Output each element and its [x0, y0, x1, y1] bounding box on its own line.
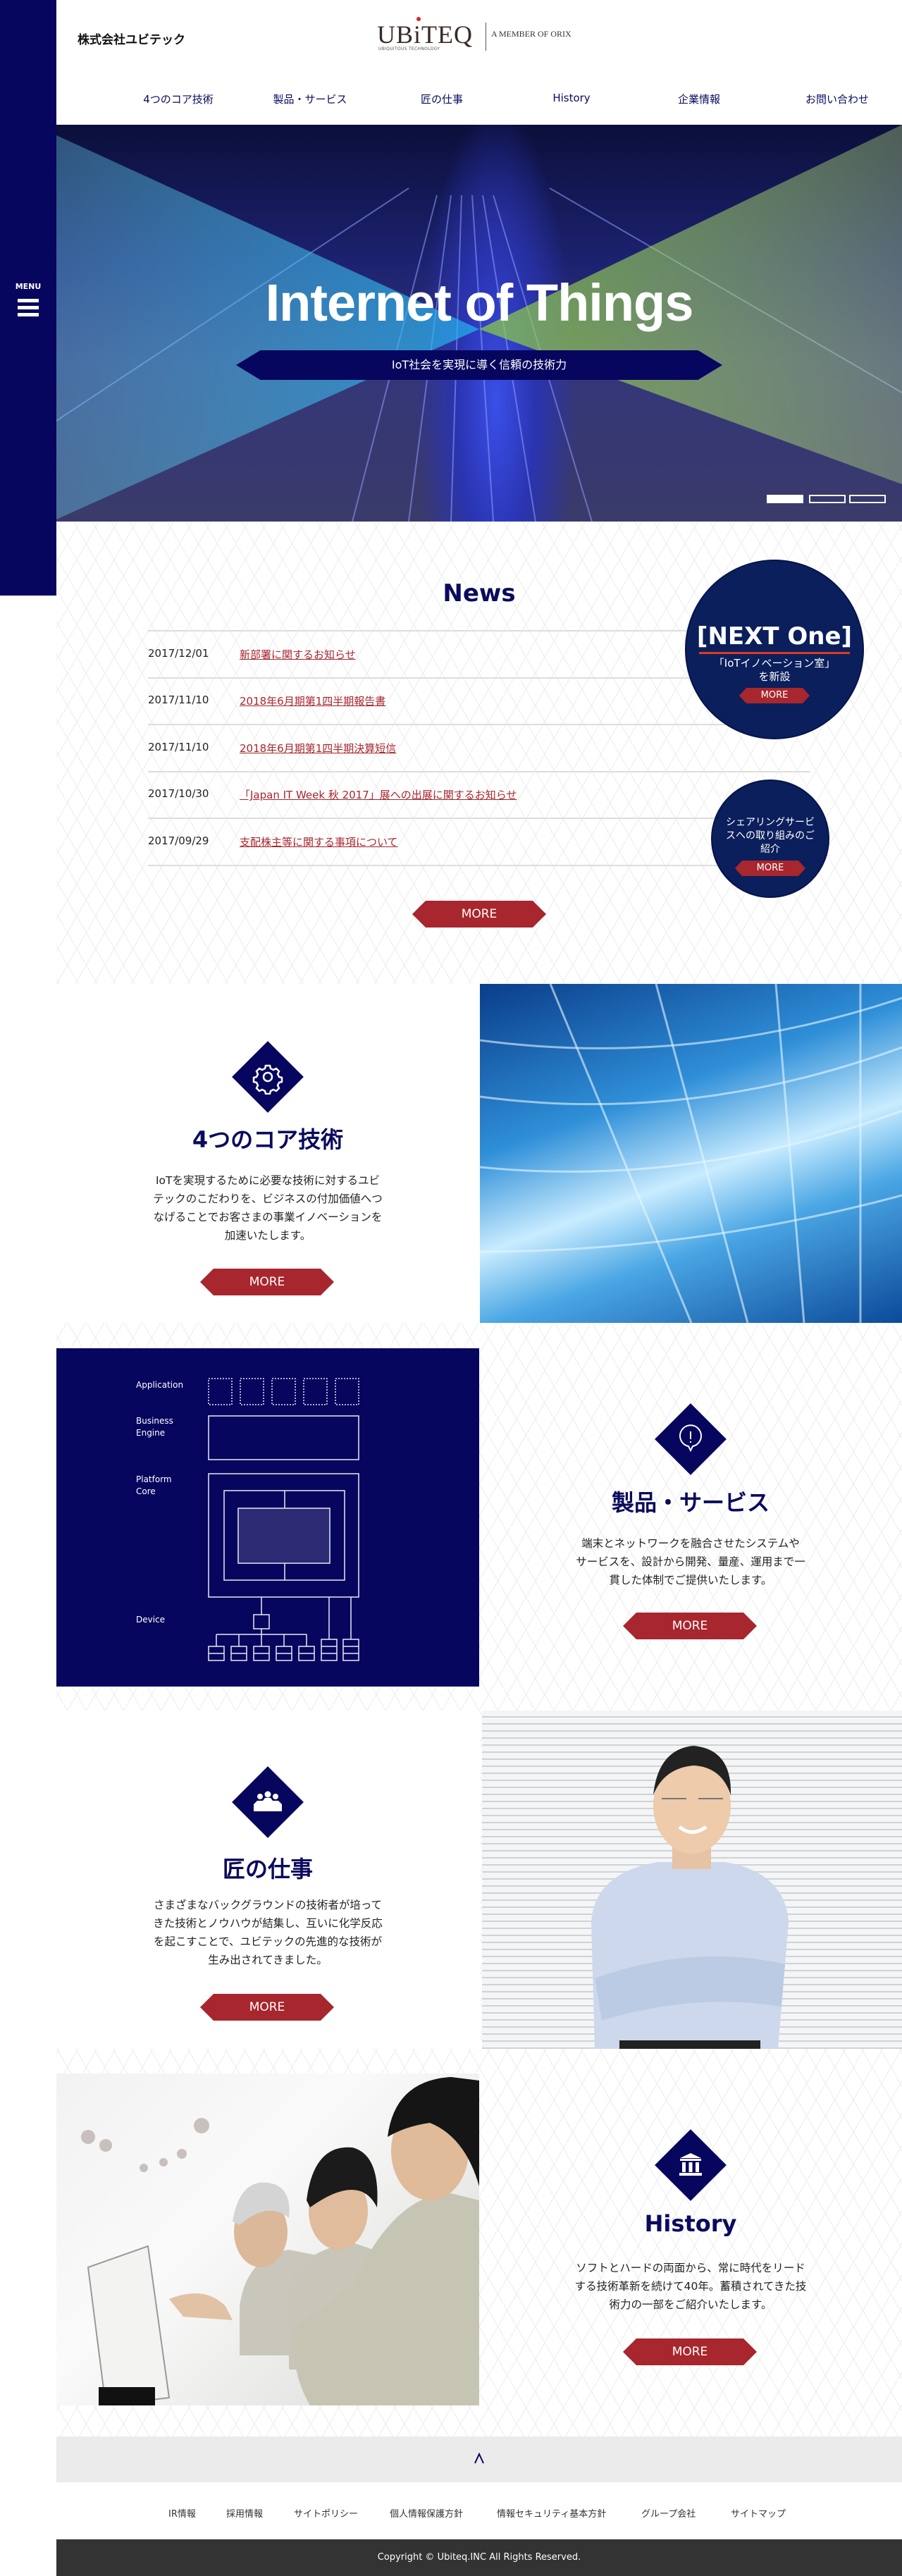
history-badge: [655, 2129, 727, 2201]
diagram-label-platform: Platform: [136, 1474, 172, 1484]
section-title: 製品・サービス: [611, 1489, 770, 1516]
section-title: 4つのコア技術: [192, 1126, 344, 1153]
craft-badge: [232, 1766, 304, 1838]
nav-craftsmanship[interactable]: 匠の仕事: [421, 92, 463, 106]
divider: [148, 865, 810, 866]
nav-products[interactable]: 製品・サービス: [273, 92, 347, 106]
core-tech-more-button[interactable]: MORE: [200, 1269, 334, 1295]
logo[interactable]: UBiTEQ UBIQUITOUS TECHNOLOGY A MEMBER OF…: [377, 17, 588, 59]
promo-line: を新設: [758, 670, 791, 683]
promo-line: スへの取り組みのご: [726, 830, 815, 842]
section-text: さまざまなバックグラウンドの技術者が培って きた技術とノウハウが結集し、互いに化学…: [153, 1899, 383, 1966]
section-title: History: [644, 2210, 737, 2237]
divider: [148, 818, 810, 819]
slide-indicator-3[interactable]: [849, 495, 886, 503]
news-more-button[interactable]: MORE: [412, 901, 546, 928]
news-link[interactable]: 支配株主等に関する事項について: [240, 834, 398, 849]
news-link[interactable]: 2018年6月期第1四半期決算短信: [240, 741, 396, 756]
news-date: 2017/09/29: [148, 834, 209, 847]
company-name[interactable]: 株式会社ユビテック: [78, 30, 185, 47]
section-text: IoTを実現するために必要な技術に対するユビ テックのこだわりを、ビジネスの付加価…: [153, 1174, 383, 1242]
news-date: 2017/11/10: [148, 694, 209, 706]
core-tech-badge: [232, 1041, 304, 1113]
footer-link-sitemap[interactable]: サイトマップ: [731, 2506, 786, 2520]
diagram-label-application: Application: [136, 1380, 183, 1390]
diagram-label-business: Business: [136, 1416, 173, 1426]
diagram-label-business: Engine: [136, 1428, 165, 1438]
museum-icon: [679, 2153, 702, 2176]
slide-indicator-2[interactable]: [809, 495, 846, 503]
history-more-button[interactable]: MORE: [623, 2338, 757, 2365]
products-more-button[interactable]: MORE: [623, 1613, 757, 1639]
speech-bubble-exclamation-icon: [679, 1424, 702, 1453]
hero-subtitle: IoT社会を実現に導く信頼の技術力: [236, 350, 722, 380]
hamburger-icon[interactable]: [18, 299, 39, 317]
team-meeting-figures: [81, 2077, 479, 2405]
logo-brand: UBiTEQ: [377, 20, 473, 49]
logo-tagline: UBIQUITOUS TECHNOLOGY: [378, 47, 440, 51]
iot-architecture-diagram: Application Business Engine Platform Cor…: [56, 1348, 479, 1687]
nav-core-tech[interactable]: 4つのコア技術: [143, 92, 214, 106]
footer-link-ir[interactable]: IR情報: [168, 2506, 196, 2520]
menu-label[interactable]: MENU: [0, 282, 56, 291]
gear-icon: [252, 1064, 283, 1095]
news-date: 2017/10/30: [148, 787, 209, 800]
nav-company[interactable]: 企業情報: [678, 92, 720, 106]
footer-link-security[interactable]: 情報セキュリティ基本方針: [497, 2506, 606, 2520]
news-link[interactable]: 2018年6月期第1四半期報告書: [240, 694, 385, 708]
section-text: 端末とネットワークを融合させたシステムや サービスを、設計から開発、量産、運用まで…: [576, 1537, 805, 1586]
diagram-label-platform: Core: [136, 1486, 156, 1496]
hero-slider[interactable]: Internet of Things IoT社会を実現に導く信頼の技術力: [56, 125, 902, 522]
slide-indicator-1[interactable]: [767, 495, 803, 503]
architecture-photo: [480, 984, 902, 1323]
nav-history[interactable]: History: [552, 92, 590, 104]
team-meeting-photo: [56, 2073, 479, 2405]
section-title: 匠の仕事: [222, 1856, 313, 1882]
engineer-figure: [591, 1746, 789, 2049]
footer-link-recruit[interactable]: 採用情報: [226, 2506, 263, 2520]
craft-more-button[interactable]: MORE: [200, 1994, 334, 2021]
sharing-service-promo[interactable]: シェアリングサービ スへの取り組みのご 紹介 MORE: [711, 779, 829, 898]
logo-dot: [416, 17, 421, 21]
promo-underline: [699, 652, 850, 654]
section-text: ソフトとハードの両面から、常に時代をリード する技術革新を続けて40年。蓄積されて…: [574, 2262, 807, 2311]
next-one-promo[interactable]: [NEXT One] 「IoTイノベーション室」 を新設 MORE: [685, 560, 864, 739]
chevron-up-icon[interactable]: [474, 2452, 485, 2465]
promo-line: 「IoTイノベーション室」: [713, 657, 836, 670]
nav-contact[interactable]: お問い合わせ: [805, 92, 869, 106]
team-icon: [254, 1791, 282, 1811]
footer-link-privacy[interactable]: 個人情報保護方針: [390, 2506, 463, 2520]
sidebar: MENU: [0, 0, 56, 596]
news-date: 2017/12/01: [148, 647, 209, 660]
engineer-photo: [482, 1711, 902, 2049]
promo-more-button[interactable]: MORE: [739, 688, 810, 703]
footer-link-group[interactable]: グループ会社: [641, 2506, 696, 2520]
promo-line: 紹介: [760, 844, 780, 855]
logo-member: A MEMBER OF ORIX: [491, 29, 572, 39]
architecture-diagram-graphic: Application Business Engine Platform Cor…: [136, 1378, 359, 1661]
glass-structure-graphic: [480, 984, 902, 1323]
divider: [148, 771, 810, 772]
products-badge: [655, 1403, 727, 1475]
hero-title: Internet of Things: [265, 273, 694, 332]
footer-link-site-policy[interactable]: サイトポリシー: [294, 2506, 358, 2520]
divider: [148, 724, 810, 725]
news-link[interactable]: 「Japan IT Week 秋 2017」展への出展に関するお知らせ: [240, 787, 517, 802]
promo-line: シェアリングサービ: [726, 817, 815, 828]
diagram-label-device: Device: [136, 1615, 165, 1625]
news-date: 2017/11/10: [148, 741, 209, 753]
copyright: Copyright © Ubiteq.INC All Rights Reserv…: [56, 2539, 902, 2576]
promo-more-button[interactable]: MORE: [735, 861, 805, 876]
news-link[interactable]: 新部署に関するお知らせ: [240, 647, 356, 662]
promo-title: [NEXT One]: [696, 622, 853, 651]
back-to-top-bar[interactable]: [56, 2436, 902, 2482]
